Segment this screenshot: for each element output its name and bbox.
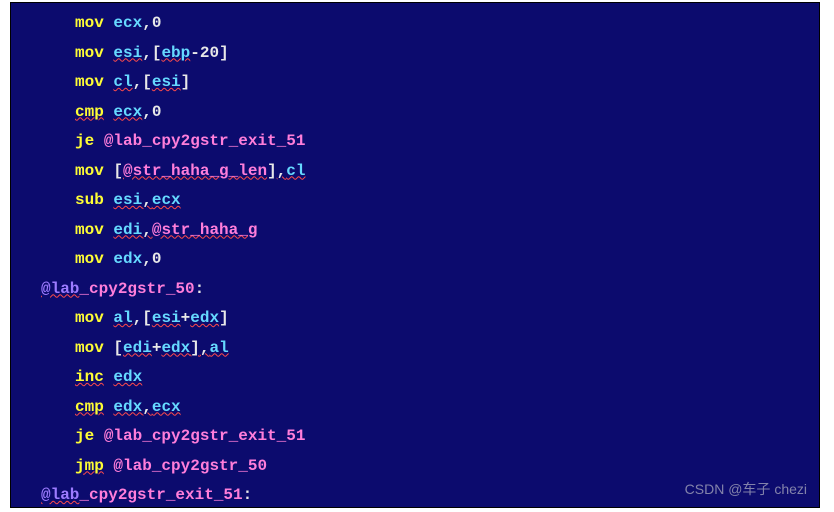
code-line: sub esi,ecx bbox=[11, 186, 819, 216]
lbracket: [ bbox=[113, 339, 123, 357]
label-loop50: @lab_cpy2gstr_50 bbox=[113, 457, 267, 475]
keyword-mov: mov bbox=[75, 309, 104, 327]
num-0: 0 bbox=[152, 103, 162, 121]
code-line: jmp @lab_cpy2gstr_50 bbox=[11, 452, 819, 482]
reg-esi: esi bbox=[113, 44, 142, 62]
colon: : bbox=[243, 486, 253, 504]
code-line: mov esi,[ebp-20] bbox=[11, 39, 819, 69]
keyword-mov: mov bbox=[75, 250, 104, 268]
rbracket: ] bbox=[219, 309, 229, 327]
label-prefix: @lab bbox=[41, 486, 79, 504]
reg-edx: edx bbox=[161, 339, 190, 357]
lbracket: [ bbox=[113, 162, 123, 180]
reg-edi: edi bbox=[113, 221, 142, 239]
reg-ecx: ecx bbox=[152, 191, 181, 209]
code-line: mov edx,0 bbox=[11, 245, 819, 275]
plus: + bbox=[181, 309, 191, 327]
label-str-haha-g: @str_haha_g bbox=[152, 221, 258, 239]
code-line: je @lab_cpy2gstr_exit_51 bbox=[11, 422, 819, 452]
reg-esi: esi bbox=[152, 73, 181, 91]
code-line: mov [@str_haha_g_len],cl bbox=[11, 157, 819, 187]
rbracket: ] bbox=[267, 162, 277, 180]
reg-edx: edx bbox=[190, 309, 219, 327]
code-line: mov edi,@str_haha_g bbox=[11, 216, 819, 246]
label-str-haha-len: @str_haha_g_len bbox=[123, 162, 267, 180]
reg-cl: cl bbox=[113, 73, 132, 91]
keyword-mov: mov bbox=[75, 44, 104, 62]
label-prefix: @lab bbox=[41, 280, 79, 298]
rbracket: ] bbox=[219, 44, 229, 62]
label-exit51: @lab_cpy2gstr_exit_51 bbox=[104, 132, 306, 150]
reg-esi: esi bbox=[152, 309, 181, 327]
comma: , bbox=[142, 103, 152, 121]
reg-ecx: ecx bbox=[113, 14, 142, 32]
keyword-mov: mov bbox=[75, 14, 104, 32]
reg-ecx: ecx bbox=[152, 398, 181, 416]
keyword-mov: mov bbox=[75, 73, 104, 91]
num-0: 0 bbox=[152, 14, 162, 32]
reg-edx: edx bbox=[113, 398, 142, 416]
keyword-jmp: jmp bbox=[75, 457, 104, 475]
reg-ecx: ecx bbox=[113, 103, 142, 121]
comma: , bbox=[133, 73, 143, 91]
comma: , bbox=[142, 191, 152, 209]
keyword-mov: mov bbox=[75, 339, 104, 357]
code-line: mov ecx,0 bbox=[11, 9, 819, 39]
code-line: je @lab_cpy2gstr_exit_51 bbox=[11, 127, 819, 157]
rbracket: ] bbox=[190, 339, 200, 357]
keyword-mov: mov bbox=[75, 162, 104, 180]
keyword-je: je bbox=[75, 427, 94, 445]
keyword-inc: inc bbox=[75, 368, 104, 386]
code-line: mov al,[esi+edx] bbox=[11, 304, 819, 334]
comma: , bbox=[142, 14, 152, 32]
reg-ebp: ebp bbox=[161, 44, 190, 62]
reg-al: al bbox=[209, 339, 228, 357]
comma: , bbox=[142, 44, 152, 62]
keyword-cmp: cmp bbox=[75, 103, 104, 121]
code-line: mov [edi+edx],al bbox=[11, 334, 819, 364]
colon: : bbox=[195, 280, 205, 298]
reg-edx: edx bbox=[113, 250, 142, 268]
lbracket: [ bbox=[142, 73, 152, 91]
lbracket: [ bbox=[152, 44, 162, 62]
keyword-mov: mov bbox=[75, 221, 104, 239]
comma: , bbox=[277, 162, 287, 180]
code-line-label: @lab_cpy2gstr_50: bbox=[11, 275, 819, 305]
comma: , bbox=[142, 250, 152, 268]
comma: , bbox=[142, 221, 152, 239]
reg-cl: cl bbox=[286, 162, 305, 180]
comma: , bbox=[142, 398, 152, 416]
code-line: cmp ecx,0 bbox=[11, 98, 819, 128]
reg-esi: esi bbox=[113, 191, 142, 209]
rbracket: ] bbox=[181, 73, 191, 91]
keyword-je: je bbox=[75, 132, 94, 150]
label-loop50: _cpy2gstr_50 bbox=[79, 280, 194, 298]
lbracket: [ bbox=[142, 309, 152, 327]
reg-edi: edi bbox=[123, 339, 152, 357]
keyword-cmp: cmp bbox=[75, 398, 104, 416]
code-line: inc edx bbox=[11, 363, 819, 393]
num-0: 0 bbox=[152, 250, 162, 268]
reg-edx: edx bbox=[113, 368, 142, 386]
code-line: cmp edx,ecx bbox=[11, 393, 819, 423]
label-exit51: _cpy2gstr_exit_51 bbox=[79, 486, 242, 504]
code-editor-pane: mov ecx,0 mov esi,[ebp-20] mov cl,[esi] … bbox=[10, 2, 820, 508]
num-20: 20 bbox=[200, 44, 219, 62]
minus: - bbox=[190, 44, 200, 62]
keyword-sub: sub bbox=[75, 191, 104, 209]
label-exit51: @lab_cpy2gstr_exit_51 bbox=[104, 427, 306, 445]
watermark: CSDN @车子 chezi bbox=[685, 479, 807, 499]
comma: , bbox=[133, 309, 143, 327]
plus: + bbox=[152, 339, 162, 357]
code-line: mov cl,[esi] bbox=[11, 68, 819, 98]
reg-al: al bbox=[113, 309, 132, 327]
